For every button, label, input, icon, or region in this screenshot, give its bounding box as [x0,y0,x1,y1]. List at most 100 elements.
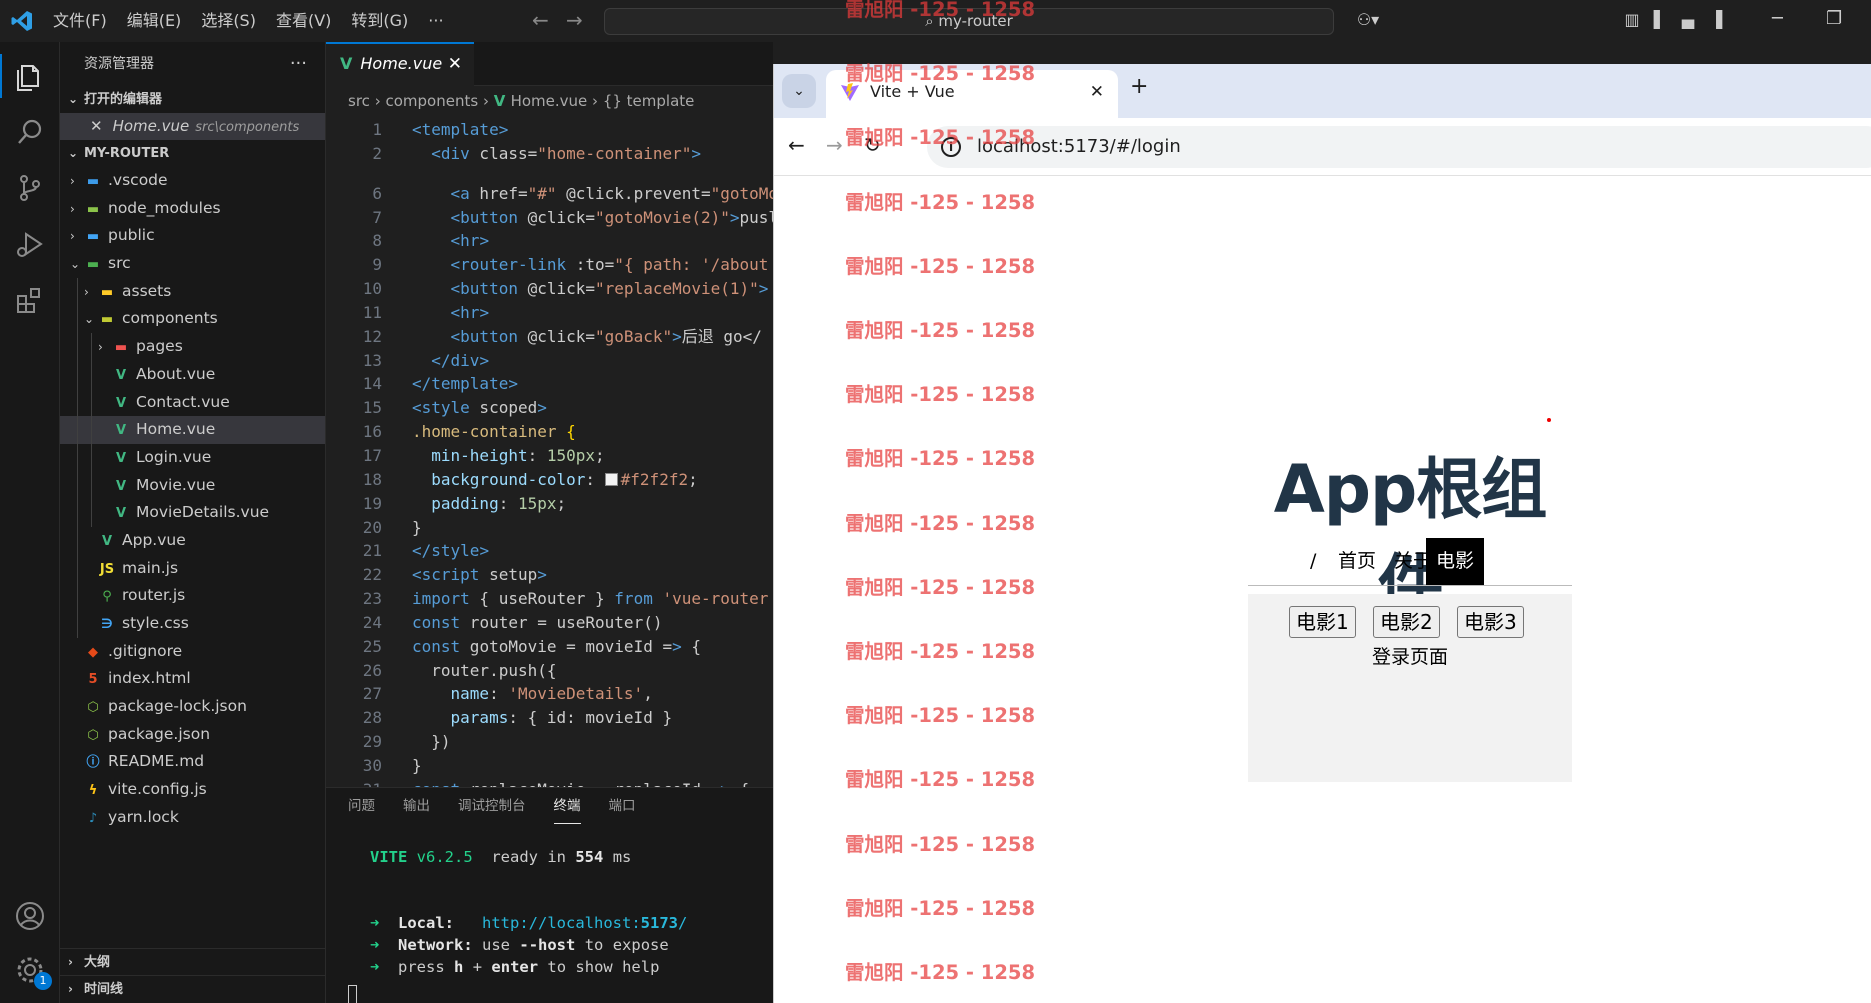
line-number: 8 [372,231,382,251]
tree-item[interactable]: V Login.vue [60,443,325,472]
nav-link-root[interactable]: / [1300,538,1326,585]
code-line: 17 min-height: 150px; [326,444,773,468]
tree-item[interactable]: 5 index.html [60,665,325,693]
code-line: 13 </div> [326,349,773,373]
menu-more[interactable]: ··· [418,0,453,42]
line-number: 26 [362,660,382,680]
tree-item[interactable]: V About.vue [60,360,325,389]
menu-view[interactable]: 查看(V) [266,0,341,42]
chevron-down-icon: ⌄ [84,312,95,327]
address-bar[interactable]: i localhost:5173/#/login [927,126,1871,168]
source-control-icon[interactable] [14,172,46,204]
tree-item[interactable]: ◆ .gitignore [60,638,325,666]
close-icon[interactable]: ✕ [1090,70,1104,114]
tab-output[interactable]: 输出 [403,788,430,824]
line-number: 30 [362,755,382,775]
tree-item[interactable]: ⓘ README.md [60,748,325,776]
outline-section[interactable]: › 大纲 [60,948,326,975]
tree-item[interactable]: ⚲ router.js [60,582,325,610]
menu-goto[interactable]: 转到(G) [341,0,418,42]
code-line: 30} [326,754,773,778]
search-icon[interactable] [14,116,46,148]
forward-arrow-icon[interactable]: → [826,133,843,157]
open-editors-section[interactable]: ⌄ 打开的编辑器 [60,86,325,113]
timeline-section[interactable]: › 时间线 [60,975,326,1002]
tab-debug-console[interactable]: 调试控制台 [458,788,526,824]
watermark-text: 雷旭阳 -125 - 1258 [845,0,1036,21]
tree-item[interactable]: ⌄ ▬ components [60,305,325,334]
tree-item[interactable]: ⌄ ▬ src [60,250,325,278]
minimize-icon[interactable]: ─ [1772,8,1783,29]
project-section[interactable]: ⌄ MY-ROUTER [60,140,325,167]
settings-gear-icon[interactable]: 1 [14,954,52,990]
watermark-text: 雷旭阳 -125 - 1258 [845,511,1036,535]
toggle-panel-icon[interactable]: ▄ [1678,10,1698,30]
code-line: 6 <a href="#" @click.prevent="gotoMo [326,182,773,206]
tree-item[interactable]: › ▬ node_modules [60,195,325,223]
open-editor-item[interactable]: ✕ Home.vue src\components [60,113,325,140]
tree-item[interactable]: › ▬ public [60,222,325,250]
menu-edit[interactable]: 编辑(E) [117,0,192,42]
forward-arrow-icon[interactable]: → [566,8,583,32]
folder-src-icon: ▬ [86,257,100,273]
nav-link-movie[interactable]: 电影 [1426,538,1485,585]
indent-guide [77,471,78,500]
tree-item[interactable]: › ▬ pages [60,333,325,361]
tree-item[interactable]: JS main.js [60,554,325,583]
close-icon[interactable]: ✕ [90,117,103,135]
settings-badge: 1 [34,972,52,990]
toggle-sidebar-icon[interactable]: ▌ [1650,10,1670,30]
breadcrumb-file[interactable]: Home.vue [511,92,588,110]
tab-terminal[interactable]: 终端 [553,788,581,824]
movie-3-button[interactable]: 电影3 [1457,606,1524,638]
layout-customize-icon[interactable]: ▥ [1622,10,1642,30]
line-text: min-height: 150px; [431,445,605,465]
watermark-text: 雷旭阳 -125 - 1258 [845,190,1036,214]
restore-icon[interactable]: ❐ [1826,8,1842,29]
menu-selection[interactable]: 选择(S) [191,0,266,42]
extensions-icon[interactable] [14,284,46,316]
explorer-title: 资源管理器 [84,56,154,72]
tree-item[interactable]: ⬡ package.json [60,721,325,749]
folder-pages-icon: ▬ [114,340,128,356]
back-arrow-icon[interactable]: ← [532,8,549,32]
terminal-output[interactable]: VITE v6.2.5 ready in 554 ms ➜ Local: htt… [370,846,687,978]
line-text: <hr> [450,302,490,322]
tree-item[interactable]: › ▬ .vscode [60,167,325,195]
tree-item[interactable]: ϟ vite.config.js [60,776,325,804]
breadcrumb-components[interactable]: components [385,92,478,110]
line-text: } [412,517,422,537]
folder-vscode-icon: ▬ [86,174,100,189]
tab-problems[interactable]: 问题 [348,788,375,824]
tree-item[interactable]: V MovieDetails.vue [60,499,325,527]
menu-file[interactable]: 文件(F) [45,0,117,42]
movie-2-button[interactable]: 电影2 [1373,606,1440,638]
explorer-icon[interactable] [0,54,46,98]
breadcrumb-src[interactable]: src [348,92,370,110]
toggle-secondary-sidebar-icon[interactable]: ▐ [1706,10,1726,30]
nav-link-home[interactable]: 首页 [1328,538,1386,585]
close-icon[interactable]: ✕ [448,44,462,84]
tree-item[interactable]: V Movie.vue [60,471,325,500]
tree-item[interactable]: ⬡ package-lock.json [60,693,325,721]
tree-item[interactable]: V App.vue [60,526,325,555]
tree-item[interactable]: ∋ style.css [60,610,325,638]
tree-item[interactable]: › ▬ assets [60,277,325,306]
tree-item[interactable]: V Contact.vue [60,388,325,417]
tab-search-chevron-icon[interactable]: ⌄ [782,74,816,108]
movie-1-button[interactable]: 电影1 [1289,606,1356,638]
tree-item[interactable]: V Home.vue [60,416,325,444]
code-lines[interactable]: 1 <template> 2 <div class="home-container"… [326,118,773,787]
tab-ports[interactable]: 端口 [609,788,636,824]
tree-item-label: Home.vue [136,420,216,439]
new-tab-icon[interactable]: + [1130,74,1148,99]
tree-item[interactable]: ♪ yarn.lock [60,804,325,832]
editor-tabs: V Home.vue ✕ [326,42,773,86]
breadcrumb-symbol[interactable]: {} template [603,92,695,110]
copilot-icon[interactable]: ⚇▾ [1350,10,1386,30]
run-debug-icon[interactable] [14,228,46,260]
tab-home-vue[interactable]: V Home.vue ✕ [326,42,474,86]
account-icon[interactable] [14,900,46,932]
explorer-more-icon[interactable]: ··· [290,42,307,86]
back-arrow-icon[interactable]: ← [788,133,805,157]
